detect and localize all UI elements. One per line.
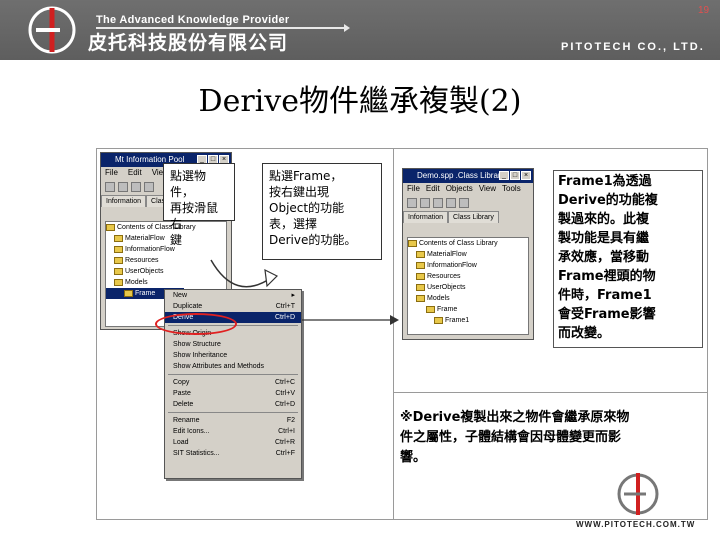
folder-icon (408, 240, 417, 247)
menu-file[interactable]: File (105, 167, 118, 179)
menu-item-show-inheritance[interactable]: Show Inheritance (165, 350, 301, 361)
right-window-controls: _ □ × (499, 171, 531, 180)
menu-item-show-structure[interactable]: Show Structure (165, 339, 301, 350)
frame-icon (434, 317, 443, 324)
header-band: The Advanced Knowledge Provider 皮托科技股份有限… (0, 0, 720, 60)
folder-icon (106, 224, 115, 231)
menu-item-show-attributes[interactable]: Show Attributes and Methods (165, 361, 301, 372)
new-icon[interactable] (407, 198, 417, 208)
inheritance-note: ※Derive複製出來之物件會繼承原來物 件之屬性，子體結構會因母體變更而影 響… (400, 410, 630, 465)
menu-item-new[interactable]: New ▸ (165, 290, 301, 301)
menu-item-edit-icons[interactable]: Edit Icons... Ctrl+I (165, 426, 301, 437)
open-icon[interactable] (118, 182, 128, 192)
save-icon[interactable] (433, 198, 443, 208)
right-window-titlebar: Demo.spp .Class Library _ □ × (403, 169, 533, 183)
minimize-button[interactable]: _ (499, 171, 509, 180)
tree-item[interactable]: Resources (408, 271, 528, 282)
menu-item-rename[interactable]: Rename F2 (165, 415, 301, 426)
menu-item-load[interactable]: Load Ctrl+R (165, 437, 301, 448)
folder-icon (416, 284, 425, 291)
company-name-english: PITOTECH CO., LTD. (561, 41, 705, 53)
menu-separator (168, 412, 298, 413)
menu-tools[interactable]: Tools (502, 183, 521, 195)
menu-edit[interactable]: Edit (128, 167, 142, 179)
folder-icon (416, 273, 425, 280)
right-class-tree: Contents of Class Library MaterialFlow I… (407, 237, 529, 335)
right-app-window: Demo.spp .Class Library _ □ × File Edit … (402, 168, 534, 340)
menu-view[interactable]: View (479, 183, 496, 195)
folder-icon (416, 295, 425, 302)
folder-icon (114, 268, 123, 275)
pitotech-footer-logo-icon (617, 473, 659, 515)
tab-class-library[interactable]: Class Library (448, 211, 499, 223)
horizontal-divider (393, 392, 708, 393)
company-tagline: The Advanced Knowledge Provider (96, 14, 290, 26)
menu-separator (168, 374, 298, 375)
new-icon[interactable] (105, 182, 115, 192)
menu-objects[interactable]: Objects (446, 183, 473, 195)
company-name-chinese: 皮托科技股份有限公司 (88, 32, 289, 54)
menu-item-statistics[interactable]: SIT Statistics... Ctrl+F (165, 448, 301, 459)
arrow-right-icon (302, 315, 399, 325)
folder-icon (114, 246, 123, 253)
maximize-button[interactable]: □ (510, 171, 520, 180)
tree-item[interactable]: InformationFlow (408, 260, 528, 271)
folder-icon (114, 279, 123, 286)
frame-icon (426, 306, 435, 313)
vertical-divider (393, 148, 394, 520)
tree-item-frame[interactable]: Frame (408, 304, 528, 315)
tree-item[interactable]: MaterialFlow (408, 249, 528, 260)
menu-edit[interactable]: Edit (426, 183, 440, 195)
tools-icon[interactable] (459, 198, 469, 208)
folder-icon (416, 251, 425, 258)
right-window-menubar: File Edit Objects View Tools (403, 183, 533, 195)
menu-item-delete[interactable]: Delete Ctrl+D (165, 399, 301, 410)
slide-title: Derive物件繼承複製(2) (198, 84, 522, 119)
folder-icon (416, 262, 425, 269)
right-window-title: Demo.spp .Class Library (417, 171, 505, 180)
print-icon[interactable] (446, 198, 456, 208)
menu-file[interactable]: File (407, 183, 420, 195)
tree-item[interactable]: Contents of Class Library (408, 238, 528, 249)
open-icon[interactable] (420, 198, 430, 208)
menu-item-copy[interactable]: Copy Ctrl+C (165, 377, 301, 388)
folder-icon (114, 257, 123, 264)
derive-highlight-circle (155, 313, 237, 335)
callout-choose-derive: 點選Frame， 按右鍵出現 Object的功能 表，選擇 Derive的功能。 (262, 163, 382, 260)
tree-item[interactable]: UserObjects (408, 282, 528, 293)
right-window-toolbar (403, 195, 533, 211)
menu-item-paste[interactable]: Paste Ctrl+V (165, 388, 301, 399)
right-window-tabs: Information Class Library (403, 211, 533, 223)
close-button[interactable]: × (521, 171, 531, 180)
save-icon[interactable] (131, 182, 141, 192)
page-number: 19 (698, 5, 710, 16)
tab-information[interactable]: Information (101, 195, 147, 207)
tree-item[interactable]: Models (408, 293, 528, 304)
menu-item-duplicate[interactable]: Duplicate Ctrl+T (165, 301, 301, 312)
pitotech-logo-icon (28, 6, 76, 54)
explanation-text: Frame1為透過 Derive的功能複 製過來的。此複 製功能是具有繼 承效應… (558, 174, 658, 341)
frame-icon (124, 290, 133, 297)
footer-website[interactable]: WWW.PITOTECH.COM.TW (576, 520, 695, 529)
callout-select-object: 點選物件， 再按滑鼠右 鍵 (163, 163, 235, 247)
folder-icon (114, 235, 123, 242)
tree-item-frame1[interactable]: Frame1 (408, 315, 528, 326)
tab-information[interactable]: Information (403, 211, 449, 223)
print-icon[interactable] (144, 182, 154, 192)
